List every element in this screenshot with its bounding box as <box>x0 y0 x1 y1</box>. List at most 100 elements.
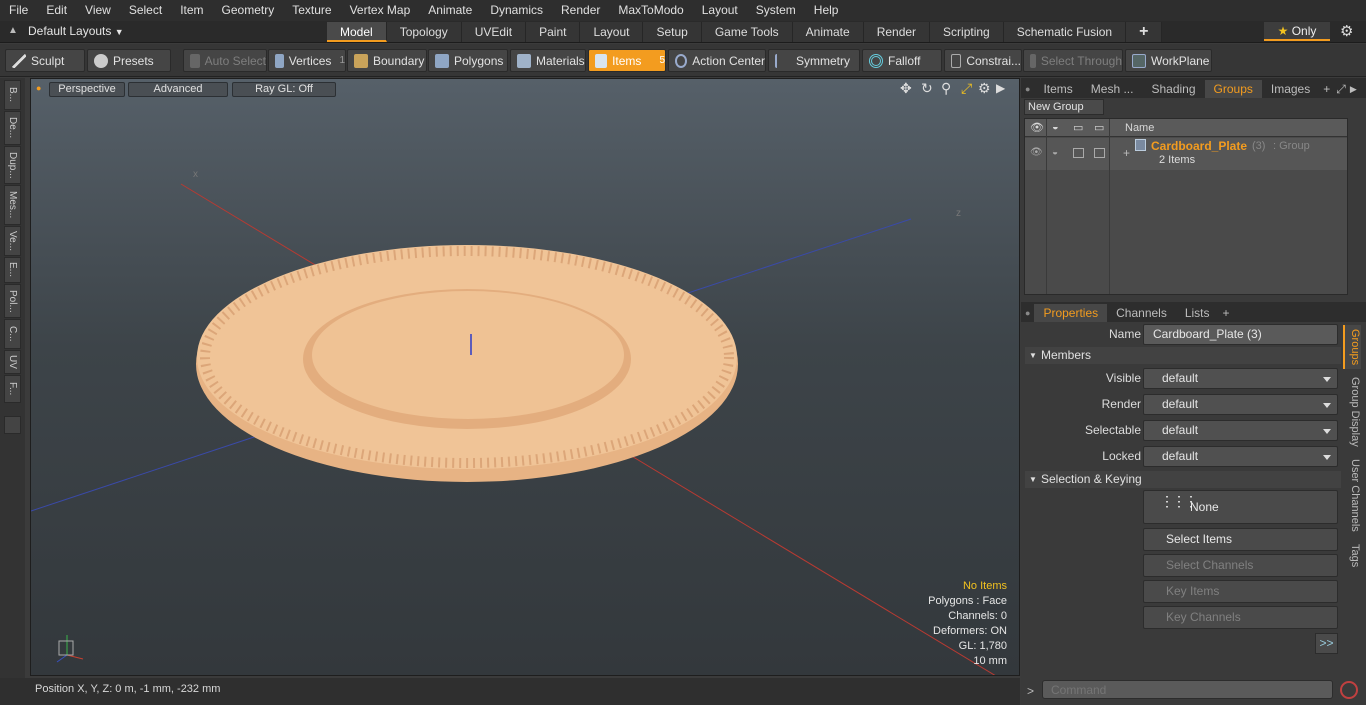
add-props-tab-icon[interactable]: + <box>1219 304 1234 322</box>
materials-button[interactable]: Materials <box>510 49 586 72</box>
collapse-icon[interactable]: ▲ <box>8 25 18 36</box>
constraints-button[interactable]: Constrai... <box>944 49 1022 72</box>
menu-view[interactable]: View <box>76 0 120 21</box>
side-tab-tags[interactable]: Tags <box>1343 539 1361 573</box>
action-center-button[interactable]: Action Center <box>668 49 766 72</box>
viewport-expand-icon[interactable]: ▶ <box>996 81 1005 95</box>
tab-scripting[interactable]: Scripting <box>930 22 1004 42</box>
more-button[interactable]: >> <box>1315 633 1338 654</box>
raygl-button[interactable]: Ray GL: Off <box>232 82 336 97</box>
auto-select-button[interactable]: Auto Select <box>183 49 267 72</box>
left-tab-extra[interactable] <box>4 416 21 434</box>
left-tab-ve[interactable]: Ve... <box>4 226 21 256</box>
render-icon[interactable]: ◒ <box>1052 121 1059 133</box>
gear-icon[interactable]: ⚙ <box>1340 22 1353 40</box>
selection-keying-section[interactable]: ▼ Selection & Keying <box>1025 471 1341 488</box>
menu-render[interactable]: Render <box>552 0 609 21</box>
members-section[interactable]: ▼ Members <box>1025 347 1341 364</box>
locked-dropdown[interactable]: default <box>1143 446 1338 467</box>
menu-dynamics[interactable]: Dynamics <box>481 0 552 21</box>
polygons-button[interactable]: Polygons <box>428 49 508 72</box>
tab-mesh[interactable]: Mesh ... <box>1082 80 1143 98</box>
row-render-icon[interactable]: ◒ <box>1052 147 1058 158</box>
name-column-header[interactable]: Name <box>1125 122 1154 134</box>
tab-model[interactable]: Model <box>327 22 387 42</box>
menu-geometry[interactable]: Geometry <box>213 0 284 21</box>
side-tab-user-channels[interactable]: User Channels <box>1343 455 1361 535</box>
left-tab-b[interactable]: B... <box>4 80 21 110</box>
row-select-box[interactable] <box>1073 148 1084 158</box>
layout-dropdown[interactable]: Default Layouts ▼ <box>28 24 124 38</box>
select-through-button[interactable]: Select Through <box>1023 49 1123 72</box>
select-items-button[interactable]: Select Items <box>1143 528 1338 551</box>
tab-images[interactable]: Images <box>1262 80 1319 98</box>
tab-render[interactable]: Render <box>863 22 931 42</box>
menu-help[interactable]: Help <box>805 0 848 21</box>
record-icon[interactable] <box>1340 681 1358 699</box>
menu-select[interactable]: Select <box>120 0 171 21</box>
none-button[interactable]: ⋮⋮⋮ None <box>1143 490 1338 524</box>
menu-animate[interactable]: Animate <box>419 0 481 21</box>
tab-animate[interactable]: Animate <box>792 22 864 42</box>
move-view-icon[interactable]: ✥ <box>900 80 912 97</box>
zoom-view-icon[interactable]: ⚲ <box>941 80 951 97</box>
left-tab-pol[interactable]: Pol... <box>4 284 21 318</box>
tab-items[interactable]: Items <box>1034 80 1081 98</box>
viewport-menu-icon[interactable]: ● <box>36 83 41 93</box>
workplane-button[interactable]: WorkPlane <box>1125 49 1212 72</box>
items-button[interactable]: Items 5 <box>588 49 666 72</box>
shading-button[interactable]: Advanced <box>128 82 228 97</box>
tab-paint[interactable]: Paint <box>526 22 581 42</box>
side-tab-groups[interactable]: Groups <box>1343 325 1361 369</box>
tab-uvedit[interactable]: UVEdit <box>461 22 527 42</box>
left-tab-mes[interactable]: Mes... <box>4 185 21 225</box>
menu-vertex-map[interactable]: Vertex Map <box>341 0 420 21</box>
menu-texture[interactable]: Texture <box>283 0 340 21</box>
3d-viewport[interactable]: x z ● Perspective Advanced Ray GL: Off ✥… <box>30 78 1020 676</box>
panel-menu-icon[interactable]: ● <box>1021 80 1034 98</box>
viewport-settings-icon[interactable]: ⚙ <box>978 80 991 97</box>
key-items-button[interactable]: Key Items <box>1143 580 1338 603</box>
left-tab-e[interactable]: E... <box>4 257 21 283</box>
rotate-view-icon[interactable]: ↻ <box>921 80 933 97</box>
tab-layout[interactable]: Layout <box>580 22 644 42</box>
render-dropdown[interactable]: default <box>1143 394 1338 415</box>
select-icon[interactable]: ▭ <box>1073 121 1083 134</box>
menu-file[interactable]: File <box>0 0 37 21</box>
selectable-dropdown[interactable]: default <box>1143 420 1338 441</box>
perspective-button[interactable]: Perspective <box>49 82 125 97</box>
tab-shading[interactable]: Shading <box>1142 80 1204 98</box>
eye-icon[interactable]: 👁 <box>1030 121 1044 134</box>
tab-game-tools[interactable]: Game Tools <box>701 22 793 42</box>
add-panel-tab-icon[interactable]: + <box>1319 80 1334 98</box>
sculpt-button[interactable]: Sculpt <box>5 49 85 72</box>
visible-dropdown[interactable]: default <box>1143 368 1338 389</box>
tab-setup[interactable]: Setup <box>643 22 702 42</box>
boundary-button[interactable]: Boundary <box>347 49 427 72</box>
vertices-button[interactable]: Vertices 1 <box>268 49 346 72</box>
presets-button[interactable]: Presets <box>87 49 171 72</box>
symmetry-button[interactable]: Symmetry <box>768 49 860 72</box>
menu-system[interactable]: System <box>747 0 805 21</box>
add-tab-icon[interactable]: + <box>1126 22 1163 42</box>
left-tab-dup[interactable]: Dup... <box>4 146 21 184</box>
only-toggle[interactable]: ★ Only <box>1264 22 1330 41</box>
side-tab-group-display[interactable]: Group Display <box>1343 373 1361 451</box>
panel-more-icon[interactable]: ▶ <box>1348 80 1359 98</box>
tab-topology[interactable]: Topology <box>386 22 462 42</box>
tab-properties[interactable]: Properties <box>1034 304 1108 322</box>
menu-layout[interactable]: Layout <box>693 0 747 21</box>
select-channels-button[interactable]: Select Channels <box>1143 554 1338 577</box>
fit-view-icon[interactable]: ⤢ <box>961 80 972 97</box>
expand-icon[interactable]: + <box>1123 146 1130 160</box>
props-menu-icon[interactable]: ● <box>1021 304 1034 322</box>
row-lock-box[interactable] <box>1094 148 1105 158</box>
menu-item[interactable]: Item <box>171 0 212 21</box>
menu-edit[interactable]: Edit <box>37 0 76 21</box>
group-row[interactable]: 👁 ◒ + Cardboard_Plate (3) : Group 2 Item… <box>1025 138 1347 170</box>
name-field[interactable]: Cardboard_Plate (3) <box>1143 324 1338 345</box>
command-input[interactable] <box>1042 680 1333 699</box>
tab-lists[interactable]: Lists <box>1176 304 1219 322</box>
new-group-button[interactable]: New Group <box>1024 99 1104 115</box>
row-eye-icon[interactable]: 👁 <box>1030 147 1043 158</box>
